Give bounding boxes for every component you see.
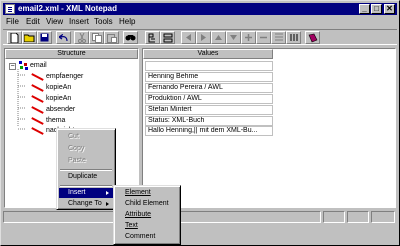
menu-change-to-label: Change To: [68, 200, 102, 207]
element-icon: [31, 116, 43, 125]
remove-icon[interactable]: [256, 31, 271, 44]
tree-node[interactable]: empfaenger: [31, 71, 83, 81]
menu-insert-item[interactable]: Insert: [59, 188, 113, 198]
element-icon: [31, 72, 43, 81]
submenu-arrow-icon: [106, 202, 109, 206]
values-header[interactable]: Values: [143, 49, 273, 59]
maximize-button[interactable]: □: [371, 4, 382, 14]
menu-tools[interactable]: Tools: [94, 16, 113, 27]
menu-insert-label: Insert: [68, 189, 86, 196]
tree-root[interactable]: email: [19, 60, 47, 70]
element-icon: [31, 83, 43, 92]
submenu-child-element[interactable]: Child Element: [116, 199, 178, 209]
element-icon: [31, 94, 43, 103]
tree-node[interactable]: kopieAn: [31, 82, 71, 92]
values-pane[interactable]: Values Henning Behme Fernando Pereira / …: [142, 48, 396, 208]
status-cell: [323, 211, 345, 223]
title-bar: email2.xml - XML Notepad _ □ ✕: [3, 3, 397, 15]
insert-submenu: Element Child Element Attribute Text Com…: [113, 185, 181, 245]
value-cell[interactable]: [145, 61, 273, 71]
menu-view[interactable]: View: [46, 16, 63, 27]
move-down-icon[interactable]: [226, 31, 241, 44]
minimize-button[interactable]: _: [359, 4, 370, 14]
submenu-element[interactable]: Element: [116, 188, 178, 198]
tree-node[interactable]: kopieAn: [31, 93, 71, 103]
menu-change-to[interactable]: Change To: [59, 199, 113, 209]
value-cell[interactable]: Fernando Pereira / AWL: [145, 83, 273, 93]
move-right-icon[interactable]: [196, 31, 211, 44]
submenu-text-label: Text: [125, 222, 138, 229]
indent-icon[interactable]: [271, 31, 286, 44]
tree-node[interactable]: absender: [31, 104, 75, 114]
tree-node-label: kopieAn: [46, 94, 72, 102]
collapse-toggle[interactable]: −: [9, 63, 16, 70]
tree-root-label: email: [30, 61, 47, 69]
move-up-icon[interactable]: [211, 31, 226, 44]
element-icon: [31, 126, 43, 135]
submenu-element-label: Element: [125, 189, 151, 196]
menu-paste[interactable]: Paste: [59, 156, 113, 166]
tree-node[interactable]: thema: [31, 115, 65, 125]
move-left-icon[interactable]: [181, 31, 196, 44]
status-cell: [371, 211, 395, 223]
menu-help[interactable]: Help: [119, 16, 135, 27]
open-icon[interactable]: [22, 31, 37, 44]
source-view-icon[interactable]: [160, 31, 175, 44]
value-cell[interactable]: Hallo Henning,|| mit dem XML-Bu...: [145, 126, 273, 136]
menu-separator: [60, 169, 112, 171]
submenu-comment-label: Comment: [125, 233, 156, 240]
menu-file[interactable]: File: [6, 16, 19, 27]
context-menu: Cut Copy Paste Duplicate Insert Change T…: [56, 128, 116, 210]
save-icon[interactable]: [37, 31, 52, 44]
menu-copy[interactable]: Copy: [59, 144, 113, 154]
menu-edit[interactable]: Edit: [26, 16, 40, 27]
submenu-attribute[interactable]: Attribute: [116, 210, 178, 220]
submenu-comment[interactable]: Comment: [116, 232, 178, 242]
menu-duplicate[interactable]: Duplicate: [59, 172, 113, 182]
notepad-icon: [5, 4, 15, 14]
status-cell: [347, 211, 369, 223]
outdent-icon[interactable]: [286, 31, 301, 44]
tree-node-label: thema: [46, 116, 66, 124]
paste-icon[interactable]: [104, 31, 119, 44]
undo-icon[interactable]: [56, 31, 71, 44]
value-cell[interactable]: Produktion / AWL: [145, 94, 273, 104]
submenu-text[interactable]: Text: [116, 221, 178, 231]
menu-insert[interactable]: Insert: [69, 16, 89, 27]
document-root-icon: [19, 61, 28, 70]
find-icon[interactable]: [123, 31, 138, 44]
submenu-child-element-label: Child Element: [125, 200, 169, 207]
add-icon[interactable]: [241, 31, 256, 44]
menu-bar: File Edit View Insert Tools Help: [3, 16, 397, 27]
tree-node-label: absender: [46, 105, 76, 113]
book-icon[interactable]: [305, 31, 320, 44]
new-icon[interactable]: [7, 31, 22, 44]
value-cell[interactable]: Stefan Mintert: [145, 105, 273, 115]
value-cell[interactable]: Henning Behme: [145, 72, 273, 82]
value-cell[interactable]: Status: XML-Buch: [145, 116, 273, 126]
menu-cut[interactable]: Cut: [59, 132, 113, 142]
submenu-attribute-label: Attribute: [125, 211, 152, 218]
cut-icon[interactable]: [74, 31, 89, 44]
close-button[interactable]: ✕: [384, 4, 395, 14]
submenu-arrow-icon: [106, 191, 109, 195]
window-title: email2.xml - XML Notepad: [18, 4, 117, 13]
tree-node-label: empfaenger: [46, 72, 84, 80]
copy-icon[interactable]: [89, 31, 104, 44]
element-icon: [31, 105, 43, 114]
menu-separator: [60, 185, 112, 187]
toolbar: [3, 29, 397, 45]
tree-view-icon[interactable]: [145, 31, 160, 44]
status-bar: [3, 211, 397, 223]
tree-node-label: kopieAn: [46, 83, 72, 91]
